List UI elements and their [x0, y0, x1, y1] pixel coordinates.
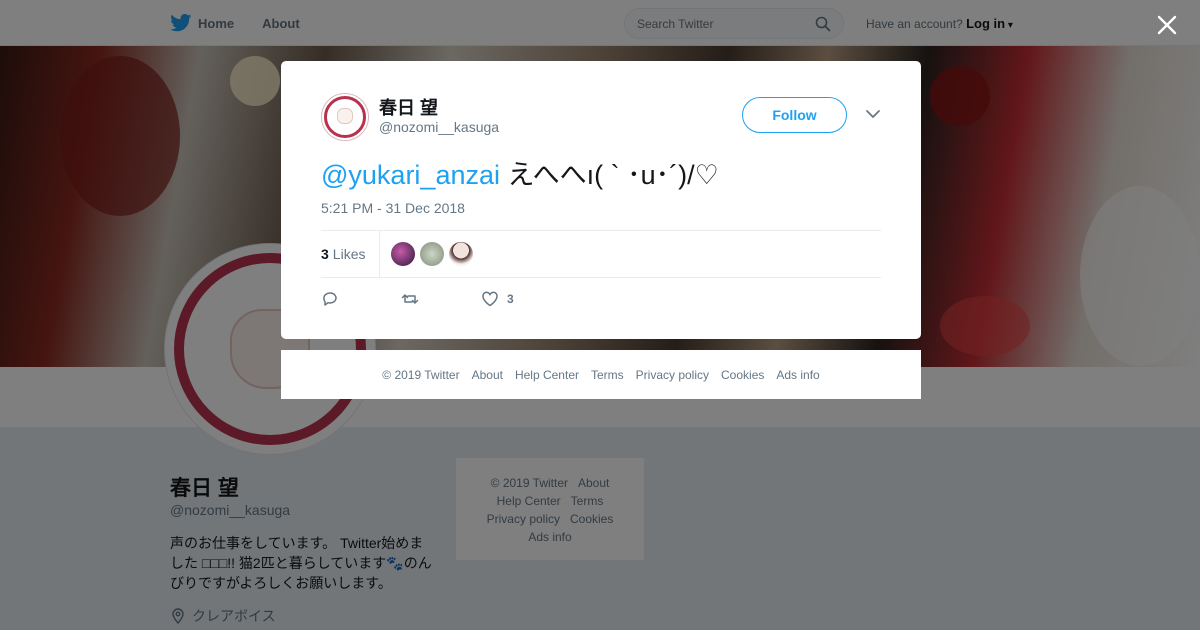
like-action[interactable]: 3 [481, 290, 561, 308]
tweet-modal: 春日 望 @nozomi__kasuga Follow @yukari_anza… [281, 61, 921, 339]
footer-about-link[interactable]: About [472, 368, 503, 382]
close-icon[interactable] [1154, 12, 1180, 38]
liker-avatar[interactable] [391, 242, 416, 266]
tweet-timestamp[interactable]: 5:21 PM - 31 Dec 2018 [321, 200, 465, 216]
likes-count-link[interactable]: 3 Likes [321, 231, 381, 277]
footer-terms-link[interactable]: Terms [591, 368, 624, 382]
tweet-stats: 3 Likes [321, 230, 881, 278]
reply-action[interactable] [321, 290, 401, 308]
retweet-icon[interactable] [401, 290, 419, 308]
modal-footer: © 2019 Twitter About Help Center Terms P… [281, 350, 921, 399]
footer-privacy-link[interactable]: Privacy policy [636, 368, 709, 382]
footer-cookies-link[interactable]: Cookies [721, 368, 764, 382]
tweet-text: @yukari_anzai えへへı( ` ･u･´)/♡ [321, 153, 719, 192]
tweet-body: えへへı( ` ･u･´)/♡ [500, 160, 719, 190]
likes-label: Likes [332, 246, 366, 262]
retweet-action[interactable] [401, 290, 481, 308]
likers-avatars [380, 242, 474, 266]
follow-button[interactable]: Follow [742, 97, 847, 133]
tweet-actions: 3 [321, 289, 561, 309]
liker-avatar[interactable] [449, 242, 474, 266]
footer-help-link[interactable]: Help Center [515, 368, 579, 382]
footer-ads-link[interactable]: Ads info [776, 368, 819, 382]
tweet-author-name[interactable]: 春日 望 [379, 94, 438, 120]
like-count: 3 [507, 292, 514, 306]
tweet-mention-link[interactable]: @yukari_anzai [321, 160, 500, 190]
avatar-illustration [337, 108, 353, 124]
liker-avatar[interactable] [420, 242, 445, 266]
footer-copyright: © 2019 Twitter [382, 367, 460, 382]
chevron-down-icon[interactable] [865, 108, 881, 120]
heart-icon[interactable] [481, 290, 499, 308]
tweet-author-avatar[interactable] [321, 93, 369, 141]
tweet-author-handle[interactable]: @nozomi__kasuga [379, 119, 499, 135]
reply-icon[interactable] [321, 290, 339, 308]
likes-count: 3 [321, 246, 329, 262]
